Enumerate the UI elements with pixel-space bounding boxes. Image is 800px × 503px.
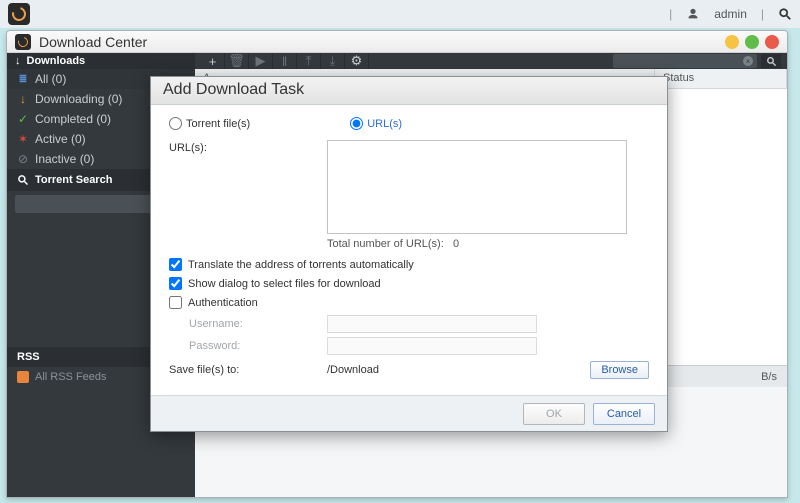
browse-button[interactable]: Browse bbox=[590, 361, 649, 379]
cancel-button[interactable]: Cancel bbox=[593, 403, 655, 425]
delete-button[interactable]: 🗑 bbox=[225, 53, 249, 69]
urls-textarea[interactable] bbox=[327, 140, 627, 234]
window-titlebar[interactable]: Download Center bbox=[7, 31, 787, 53]
radio-urls[interactable]: URL(s) bbox=[350, 117, 402, 130]
download-arrow-icon: ↓ bbox=[15, 55, 21, 67]
add-button[interactable]: + bbox=[201, 53, 225, 69]
app-icon bbox=[15, 34, 31, 50]
urls-label: URL(s): bbox=[169, 140, 319, 234]
checkbox-label: Show dialog to select files for download bbox=[188, 278, 381, 290]
list-icon: ≣ bbox=[17, 73, 29, 85]
clear-icon[interactable]: × bbox=[743, 56, 753, 66]
checkbox-showdialog[interactable] bbox=[169, 277, 182, 290]
torrent-search-label: Torrent Search bbox=[35, 174, 112, 186]
checkbox-label: Authentication bbox=[188, 297, 258, 309]
search-button[interactable] bbox=[761, 54, 781, 68]
url-count-label: Total number of URL(s): bbox=[327, 238, 444, 250]
inactive-icon: ⊘ bbox=[17, 153, 29, 165]
system-taskbar: | admin | bbox=[0, 0, 800, 28]
rss-header-label: RSS bbox=[17, 351, 40, 363]
search-icon bbox=[17, 174, 29, 186]
sidebar-item-label: All RSS Feeds bbox=[35, 371, 107, 383]
sidebar-item-label: Inactive (0) bbox=[35, 152, 94, 166]
checkbox-translate[interactable] bbox=[169, 258, 182, 271]
separator: | bbox=[761, 7, 764, 21]
sidebar-item-label: Active (0) bbox=[35, 132, 86, 146]
save-to-path: /Download bbox=[327, 364, 582, 376]
password-input bbox=[327, 337, 537, 355]
url-count-value: 0 bbox=[453, 238, 459, 250]
check-icon: ✓ bbox=[17, 113, 29, 125]
radio-url-input[interactable] bbox=[350, 117, 363, 130]
radio-torrent-files[interactable]: Torrent file(s) bbox=[169, 117, 250, 130]
checkbox-auth[interactable] bbox=[169, 296, 182, 309]
checkbox-translate-row[interactable]: Translate the address of torrents automa… bbox=[169, 258, 649, 271]
add-download-task-dialog: Add Download Task Torrent file(s) URL(s)… bbox=[150, 76, 668, 432]
window-title: Download Center bbox=[39, 34, 147, 50]
downloads-header-label: Downloads bbox=[27, 55, 86, 67]
settings-button[interactable]: ⚙ bbox=[345, 53, 369, 69]
username-label: Username: bbox=[189, 318, 319, 330]
sidebar-item-label: All (0) bbox=[35, 72, 66, 86]
dialog-title: Add Download Task bbox=[151, 77, 667, 105]
move-down-button[interactable]: ⤓ bbox=[321, 53, 345, 69]
radio-label: Torrent file(s) bbox=[186, 118, 250, 130]
checkbox-auth-row[interactable]: Authentication bbox=[169, 296, 649, 309]
minimize-button[interactable] bbox=[725, 35, 739, 49]
sidebar-item-label: Completed (0) bbox=[35, 112, 111, 126]
active-icon: ✶ bbox=[17, 133, 29, 145]
search-icon[interactable] bbox=[778, 7, 792, 21]
user-icon[interactable] bbox=[686, 7, 700, 21]
checkbox-showdialog-row[interactable]: Show dialog to select files for download bbox=[169, 277, 649, 290]
password-label: Password: bbox=[189, 340, 319, 352]
separator: | bbox=[669, 7, 672, 21]
rate-label: B/s bbox=[761, 371, 777, 383]
pause-button[interactable]: ‖ bbox=[273, 53, 297, 69]
toolbar: + 🗑 ▶ ‖ ⤒ ⤓ ⚙ × bbox=[195, 53, 787, 69]
column-header-status[interactable]: Status bbox=[655, 69, 787, 88]
username-input bbox=[327, 315, 537, 333]
sidebar-item-label: Downloading (0) bbox=[35, 92, 122, 106]
taskbar-username[interactable]: admin bbox=[714, 7, 747, 21]
dialog-footer: OK Cancel bbox=[151, 395, 667, 431]
start-button[interactable]: ▶ bbox=[249, 53, 273, 69]
toolbar-search[interactable]: × bbox=[613, 54, 757, 68]
taskbar-app-icon[interactable] bbox=[8, 3, 30, 25]
close-button[interactable] bbox=[765, 35, 779, 49]
download-icon: ↓ bbox=[17, 93, 29, 105]
radio-torrent-input[interactable] bbox=[169, 117, 182, 130]
save-to-label: Save file(s) to: bbox=[169, 364, 319, 376]
rss-icon bbox=[17, 371, 29, 383]
maximize-button[interactable] bbox=[745, 35, 759, 49]
ok-button[interactable]: OK bbox=[523, 403, 585, 425]
radio-label: URL(s) bbox=[367, 118, 402, 130]
move-up-button[interactable]: ⤒ bbox=[297, 53, 321, 69]
checkbox-label: Translate the address of torrents automa… bbox=[188, 259, 414, 271]
downloads-header: ↓ Downloads bbox=[7, 53, 195, 69]
